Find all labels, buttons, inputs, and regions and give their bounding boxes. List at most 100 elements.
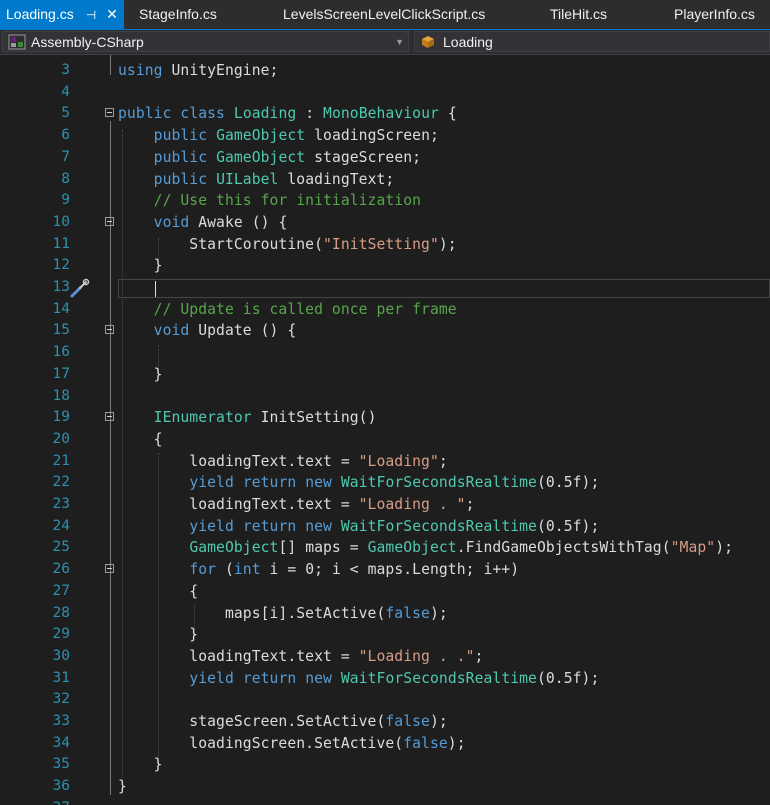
code-line[interactable]: 35 } — [0, 754, 770, 776]
code-line[interactable]: 32 — [0, 689, 770, 711]
line-number: 34 — [52, 734, 70, 751]
line-number: 32 — [52, 691, 70, 708]
close-icon[interactable]: ✕ — [106, 6, 118, 22]
code-text: for (int i = 0; i < maps.Length; i++) — [189, 561, 520, 579]
document-tab-bar: Loading.cs ⊣ ✕ StageInfo.cs LevelsScreenLe… — [0, 0, 770, 30]
line-number: 30 — [52, 647, 70, 664]
collapse-toggle-icon[interactable] — [105, 564, 114, 574]
collapse-toggle-icon[interactable] — [105, 108, 114, 118]
code-line[interactable]: 6 public GameObject loadingScreen; — [0, 125, 770, 147]
line-number: 24 — [52, 517, 70, 534]
code-text: public GameObject stageScreen; — [153, 148, 422, 166]
code-line[interactable]: 8 public UILabel loadingText; — [0, 169, 770, 191]
code-text: yield return new WaitForSecondsRealtime(… — [189, 669, 600, 687]
code-text: yield return new WaitForSecondsRealtime(… — [189, 517, 600, 535]
line-number: 11 — [52, 235, 70, 252]
code-line[interactable]: 24 yield return new WaitForSecondsRealti… — [0, 516, 770, 538]
line-number: 25 — [52, 539, 70, 556]
code-line[interactable]: 33 stageScreen.SetActive(false); — [0, 711, 770, 733]
line-number: 9 — [61, 192, 70, 209]
code-line[interactable]: 22 yield return new WaitForSecondsRealti… — [0, 472, 770, 494]
code-text: } — [118, 756, 163, 774]
line-number: 14 — [52, 300, 70, 317]
line-number: 33 — [52, 713, 70, 729]
code-line[interactable]: 12 } — [0, 255, 770, 277]
code-line[interactable]: 11 StartCoroutine("InitSetting"); — [0, 234, 770, 256]
code-line[interactable]: 37 — [0, 798, 770, 805]
code-line[interactable]: 36} — [0, 776, 770, 798]
tab-levelsscreen-cs[interactable]: LevelsScreenLevelClickScript.cs — [283, 0, 485, 29]
tab-label: PlayerInfo.cs — [674, 6, 755, 22]
code-line[interactable]: 3 using UnityEngine; — [0, 60, 770, 82]
code-line[interactable]: 23 loadingText.text = "Loading . "; — [0, 494, 770, 516]
tab-label: LevelsScreenLevelClickScript.cs — [283, 6, 486, 22]
line-number: 27 — [52, 582, 70, 599]
code-line[interactable]: 15 void Update () { — [0, 320, 770, 342]
code-line[interactable]: 31 yield return new WaitForSecondsRealti… — [0, 668, 770, 690]
code-text: yield return new WaitForSecondsRealtime(… — [189, 474, 600, 492]
line-number: 36 — [52, 778, 70, 795]
code-editor[interactable]: 3 using UnityEngine; 4 5 public class Loadin… — [0, 55, 770, 805]
line-number: 3 — [61, 62, 70, 78]
code-line[interactable]: 5 public class Loading : MonoBehaviour { — [0, 103, 770, 125]
code-line[interactable]: 14 // Update is called once per frame — [0, 299, 770, 321]
code-line[interactable]: 21 loadingText.text = "Loading"; — [0, 451, 770, 473]
code-text: IEnumerator InitSetting() — [153, 409, 377, 427]
pin-icon[interactable]: ⊣ — [86, 8, 96, 22]
tab-label: Loading.cs — [6, 6, 74, 22]
code-line[interactable]: 7 public GameObject stageScreen; — [0, 147, 770, 169]
code-line[interactable]: 28 maps[i].SetActive(false); — [0, 603, 770, 625]
code-line[interactable]: 4 — [0, 82, 770, 104]
collapse-toggle-icon[interactable] — [105, 325, 114, 335]
code-text: public GameObject loadingScreen; — [153, 127, 439, 145]
code-line[interactable]: 27 { — [0, 581, 770, 603]
tab-stageinfo-cs[interactable]: StageInfo.cs — [139, 0, 217, 29]
code-line[interactable]: 18 — [0, 386, 770, 408]
code-line[interactable]: 10 void Awake () { — [0, 212, 770, 234]
code-line[interactable]: 19 IEnumerator InitSetting() — [0, 407, 770, 429]
code-line[interactable]: 20 { — [0, 429, 770, 451]
code-text: stageScreen.SetActive(false); — [118, 713, 448, 730]
tab-tilehit-cs[interactable]: TileHit.cs — [550, 0, 607, 29]
collapse-toggle-icon[interactable] — [105, 412, 114, 422]
code-text: { — [118, 582, 199, 600]
line-number: 4 — [61, 83, 70, 100]
line-number: 18 — [52, 387, 70, 404]
code-line[interactable]: 17 } — [0, 364, 770, 386]
tab-label: StageInfo.cs — [139, 6, 217, 22]
code-line[interactable]: 9 // Use this for initialization — [0, 190, 770, 212]
code-line[interactable]: 13 — [0, 277, 770, 299]
line-number: 12 — [52, 257, 70, 274]
line-number: 29 — [52, 626, 70, 643]
code-text: public UILabel loadingText; — [153, 170, 395, 188]
line-number: 28 — [52, 604, 70, 621]
code-line[interactable]: 30 loadingText.text = "Loading . ."; — [0, 646, 770, 668]
chevron-down-icon[interactable]: ▼ — [395, 32, 404, 53]
line-number: 19 — [52, 409, 70, 426]
code-line[interactable]: 16 — [0, 342, 770, 364]
code-text: // Use this for initialization — [153, 192, 422, 210]
tab-loading-cs[interactable]: Loading.cs ⊣ ✕ — [0, 0, 124, 29]
line-number: 7 — [61, 148, 70, 165]
line-number: 31 — [52, 669, 70, 686]
code-text: GameObject[] maps = GameObject.FindGameO… — [189, 539, 734, 557]
code-line[interactable]: 29 } — [0, 624, 770, 646]
line-number: 16 — [52, 344, 70, 361]
class-name: Loading — [443, 34, 493, 50]
code-text: void Awake () { — [153, 213, 288, 231]
code-line[interactable]: 34 loadingScreen.SetActive(false); — [0, 733, 770, 755]
code-line[interactable]: 26 for (int i = 0; i < maps.Length; i++) — [0, 559, 770, 581]
class-icon — [422, 36, 434, 48]
collapse-toggle-icon[interactable] — [105, 216, 114, 226]
code-text: void Update () { — [153, 322, 297, 340]
code-line[interactable]: 25 GameObject[] maps = GameObject.FindGa… — [0, 537, 770, 559]
line-number: 8 — [61, 170, 70, 187]
tab-playerinfo-cs[interactable]: PlayerInfo.cs — [674, 0, 755, 29]
code-text: maps[i].SetActive(false); — [118, 604, 448, 622]
class-dropdown[interactable]: Loading — [414, 31, 770, 52]
project-dropdown[interactable]: Assembly-CSharp ▼ — [2, 31, 409, 52]
line-number: 26 — [52, 561, 70, 578]
line-number: 22 — [52, 474, 70, 491]
line-number: 21 — [52, 452, 70, 469]
line-number: 20 — [52, 430, 70, 447]
